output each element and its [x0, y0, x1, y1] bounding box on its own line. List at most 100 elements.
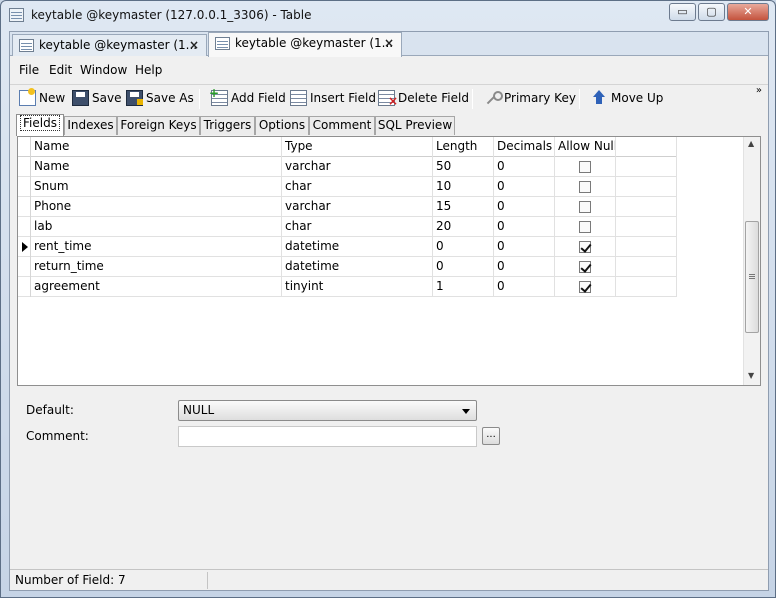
save-as-button[interactable]: Save As	[126, 89, 194, 109]
field-type-cell[interactable]: varchar	[282, 197, 433, 217]
menu-edit[interactable]: Edit	[49, 63, 72, 77]
field-decimals-cell[interactable]: 0	[494, 237, 555, 257]
row-indicator[interactable]	[18, 277, 31, 297]
save-label: Save	[92, 91, 122, 105]
title-bar[interactable]: keytable @keymaster (127.0.0.1_3306) - T…	[1, 1, 775, 29]
tab-options[interactable]: Options	[255, 116, 309, 135]
column-header-allow-null[interactable]: Allow Null	[555, 137, 616, 157]
table-row[interactable]: agreement tinyint 1 0	[18, 277, 677, 297]
save-button[interactable]: Save	[72, 89, 121, 109]
field-type-cell[interactable]: char	[282, 177, 433, 197]
toolbar: New Save Save As Add Field Insert Field	[10, 84, 768, 110]
comment-editor-button[interactable]: ...	[482, 427, 500, 445]
field-length-cell[interactable]: 0	[433, 237, 494, 257]
field-name-cell[interactable]: return_time	[31, 257, 282, 277]
allow-null-checkbox[interactable]	[579, 261, 591, 273]
tab-sql-preview[interactable]: SQL Preview	[375, 116, 455, 135]
primary-key-label: Primary Key	[504, 91, 576, 105]
field-length-cell[interactable]: 15	[433, 197, 494, 217]
allow-null-checkbox[interactable]	[579, 281, 591, 293]
toolbar-overflow-icon[interactable]: »	[756, 86, 762, 96]
field-length-cell[interactable]: 0	[433, 257, 494, 277]
minimize-button[interactable]: ▭	[669, 3, 696, 21]
column-header-type[interactable]: Type	[282, 137, 433, 157]
field-length-cell[interactable]: 50	[433, 157, 494, 177]
menu-bar: File Edit Window Help	[10, 59, 768, 81]
allow-null-cell	[555, 177, 616, 197]
default-select[interactable]: NULL	[178, 400, 477, 421]
field-name-cell[interactable]: Snum	[31, 177, 282, 197]
field-length-cell[interactable]: 20	[433, 217, 494, 237]
new-button[interactable]: New	[19, 88, 65, 109]
table-row[interactable]: rent_time datetime 0 0	[18, 237, 677, 257]
tab-close-icon[interactable]: ×	[189, 38, 199, 52]
field-type-cell[interactable]: datetime	[282, 257, 433, 277]
add-field-button[interactable]: Add Field	[209, 86, 286, 109]
menu-file[interactable]: File	[19, 63, 39, 77]
column-header-decimals[interactable]: Decimals	[494, 137, 555, 157]
row-indicator[interactable]	[18, 177, 31, 197]
field-length-cell[interactable]: 10	[433, 177, 494, 197]
field-type-cell[interactable]: datetime	[282, 237, 433, 257]
field-type-cell[interactable]: tinyint	[282, 277, 433, 297]
allow-null-checkbox[interactable]	[579, 201, 591, 213]
move-up-button[interactable]: Move Up	[591, 89, 663, 109]
menu-window[interactable]: Window	[80, 63, 127, 77]
field-decimals-cell[interactable]: 0	[494, 277, 555, 297]
field-name-cell[interactable]: Name	[31, 157, 282, 177]
document-tab-1[interactable]: keytable @keymaster (1... ×	[12, 34, 207, 56]
save-icon	[72, 90, 89, 106]
allow-null-checkbox[interactable]	[579, 161, 591, 173]
field-decimals-cell[interactable]: 0	[494, 197, 555, 217]
vertical-scrollbar[interactable]: ▲ ▼	[743, 137, 760, 385]
row-indicator[interactable]	[18, 197, 31, 217]
menu-help[interactable]: Help	[135, 63, 162, 77]
dropdown-arrow-icon	[462, 409, 470, 414]
table-row[interactable]: return_time datetime 0 0	[18, 257, 677, 277]
maximize-button[interactable]: ▢	[698, 3, 725, 21]
table-row[interactable]: lab char 20 0	[18, 217, 677, 237]
tab-comment[interactable]: Comment	[309, 116, 375, 135]
field-decimals-cell[interactable]: 0	[494, 217, 555, 237]
column-header-length[interactable]: Length	[433, 137, 494, 157]
add-field-icon	[209, 86, 228, 106]
tab-foreign-keys[interactable]: Foreign Keys	[117, 116, 200, 135]
field-name-cell[interactable]: agreement	[31, 277, 282, 297]
field-type-cell[interactable]: varchar	[282, 157, 433, 177]
row-indicator[interactable]	[18, 157, 31, 177]
column-header-name[interactable]: Name	[31, 137, 282, 157]
scroll-up-arrow-icon[interactable]: ▲	[748, 139, 754, 148]
document-tab-2[interactable]: keytable @keymaster (1... ×	[208, 32, 402, 57]
table-icon	[9, 8, 24, 22]
table-row[interactable]: Snum char 10 0	[18, 177, 677, 197]
delete-field-button[interactable]: Delete Field	[378, 89, 469, 109]
table-row[interactable]: Name varchar 50 0	[18, 157, 677, 177]
close-button[interactable]: ✕	[727, 3, 769, 21]
allow-null-checkbox[interactable]	[579, 221, 591, 233]
field-name-cell[interactable]: lab	[31, 217, 282, 237]
insert-field-button[interactable]: Insert Field	[290, 89, 376, 109]
row-indicator[interactable]	[18, 237, 31, 257]
comment-label: Comment:	[26, 429, 89, 443]
current-row-marker-icon	[22, 242, 28, 252]
row-indicator[interactable]	[18, 257, 31, 277]
field-type-cell[interactable]: char	[282, 217, 433, 237]
field-decimals-cell[interactable]: 0	[494, 257, 555, 277]
scroll-down-arrow-icon[interactable]: ▼	[748, 371, 754, 380]
row-indicator[interactable]	[18, 217, 31, 237]
field-decimals-cell[interactable]: 0	[494, 177, 555, 197]
scroll-thumb[interactable]	[745, 221, 759, 333]
tab-triggers[interactable]: Triggers	[200, 116, 255, 135]
primary-key-button[interactable]: Primary Key	[484, 89, 576, 109]
field-name-cell[interactable]: Phone	[31, 197, 282, 217]
table-row[interactable]: Phone varchar 15 0	[18, 197, 677, 217]
allow-null-checkbox[interactable]	[579, 181, 591, 193]
comment-input[interactable]	[178, 426, 477, 447]
field-length-cell[interactable]: 1	[433, 277, 494, 297]
tab-fields[interactable]: Fields	[16, 114, 64, 136]
tab-close-icon[interactable]: ×	[384, 36, 394, 50]
allow-null-checkbox[interactable]	[579, 241, 591, 253]
field-name-cell[interactable]: rent_time	[31, 237, 282, 257]
field-decimals-cell[interactable]: 0	[494, 157, 555, 177]
tab-indexes[interactable]: Indexes	[64, 116, 117, 135]
